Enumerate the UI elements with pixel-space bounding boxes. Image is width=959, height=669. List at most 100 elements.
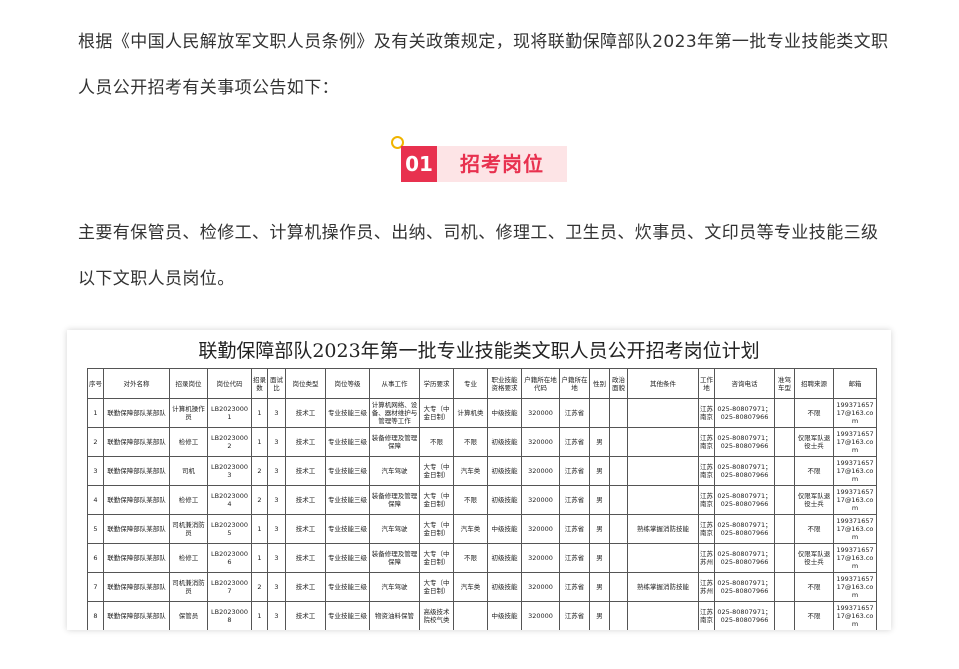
table-cell: 联勤保障部队某部队 <box>103 456 170 486</box>
table-cell: 联勤保障部队某部队 <box>103 572 170 602</box>
table-cell: 大专（中金日制） <box>419 398 454 428</box>
table-cell <box>609 543 628 573</box>
table-cell: 320000 <box>521 427 560 457</box>
table-cell: 不限 <box>794 398 834 428</box>
table-cell: 中级技能 <box>487 398 522 428</box>
table-cell: 320000 <box>521 601 560 630</box>
column-header: 政治面貌 <box>609 368 628 399</box>
table-cell: 技术工 <box>285 427 326 457</box>
table-cell: 中级技能 <box>487 514 522 544</box>
table-cell: 1 <box>251 427 268 457</box>
table-cell: 320000 <box>521 514 560 544</box>
table-cell: 不限 <box>453 485 488 515</box>
table-cell: 大专（中金日制） <box>419 514 454 544</box>
table-cell <box>774 456 795 486</box>
table-cell: 男 <box>589 601 610 630</box>
table-cell <box>609 485 628 515</box>
table-cell: 大专（中金日制） <box>419 543 454 573</box>
table-cell <box>453 601 488 630</box>
table-cell: 3 <box>267 572 286 602</box>
table-cell <box>774 572 795 602</box>
table-cell: 中级技能 <box>487 601 522 630</box>
table-cell: LB20230001 <box>207 398 252 428</box>
table-cell: 技术工 <box>285 485 326 515</box>
table-cell: 025-80807971；025-80807966 <box>714 485 775 515</box>
table-cell: 男 <box>589 485 610 515</box>
table-cell: 025-80807971；025-80807966 <box>714 398 775 428</box>
table-cell: 熟练掌握消防技能 <box>627 572 699 602</box>
table-cell: 初级技能 <box>487 543 522 573</box>
column-header: 招录岗位 <box>169 368 208 399</box>
table-cell: 男 <box>589 456 610 486</box>
table-cell: 1 <box>251 543 268 573</box>
table-cell: 专业技能三级 <box>325 543 370 573</box>
table-cell: 江苏省 <box>559 514 590 544</box>
table-cell: 江苏苏州 <box>698 572 715 602</box>
column-header: 岗位代码 <box>207 368 252 399</box>
table-cell: 江苏省 <box>559 601 590 630</box>
table-cell: 19937165717@163.com <box>833 514 877 544</box>
table-cell: 初级技能 <box>487 427 522 457</box>
table-cell: 3 <box>87 456 104 486</box>
table-cell: 联勤保障部队某部队 <box>103 514 170 544</box>
table-cell: 江苏省 <box>559 398 590 428</box>
table-cell: 汽车驾驶 <box>369 514 420 544</box>
table-cell: 司机 <box>169 456 208 486</box>
table-cell: 技术工 <box>285 514 326 544</box>
table-cell: 江苏省 <box>559 543 590 573</box>
table-cell: 1 <box>251 601 268 630</box>
table-cell: 江苏南京 <box>698 601 715 630</box>
table-cell: 1 <box>251 398 268 428</box>
table-cell: 联勤保障部队某部队 <box>103 601 170 630</box>
table-cell: 司机兼消防员 <box>169 572 208 602</box>
table-cell: LB20230002 <box>207 427 252 457</box>
table-row: 4 联勤保障部队某部队 检修工 LB20230004 2 3 技术工 专业技能三级 装备修理及管… <box>87 485 877 515</box>
table-cell: 320000 <box>521 572 560 602</box>
table-cell: 19937165717@163.com <box>833 485 877 515</box>
table-cell: 3 <box>267 427 286 457</box>
table-cell: 5 <box>87 514 104 544</box>
plan-table-title: 联勤保障部队2023年第一批专业技能类文职人员公开招考岗位计划 <box>198 340 760 362</box>
table-cell: 2 <box>251 572 268 602</box>
table-cell: LB20230003 <box>207 456 252 486</box>
column-header: 对外名称 <box>103 368 170 399</box>
table-cell: 初级技能 <box>487 572 522 602</box>
column-header: 学历要求 <box>419 368 454 399</box>
table-cell: 7 <box>87 572 104 602</box>
table-cell: 物资油料保管 <box>369 601 420 630</box>
table-cell <box>774 485 795 515</box>
table-cell: 技术工 <box>285 601 326 630</box>
table-cell: 不限 <box>419 427 454 457</box>
table-cell: 专业技能三级 <box>325 427 370 457</box>
column-header: 招聘来源 <box>794 368 834 399</box>
column-header: 专业 <box>453 368 488 399</box>
table-cell <box>627 485 699 515</box>
table-cell: 2 <box>251 456 268 486</box>
column-header: 其他条件 <box>627 368 699 399</box>
table-cell: 专业技能三级 <box>325 514 370 544</box>
table-row: 8 联勤保障部队某部队 保管员 LB20230008 1 3 技术工 专业技能三级 物资油料保管… <box>87 601 877 630</box>
table-cell <box>774 601 795 630</box>
table-cell: 汽车驾驶 <box>369 456 420 486</box>
column-header: 咨询电话 <box>714 368 775 399</box>
table-cell: 19937165717@163.com <box>833 456 877 486</box>
table-cell: 19937165717@163.com <box>833 601 877 630</box>
table-cell: 司机兼消防员 <box>169 514 208 544</box>
table-cell: LB20230006 <box>207 543 252 573</box>
column-header: 岗位等级 <box>325 368 370 399</box>
table-header-row: 序号 对外名称 招录岗位 岗位代码 招录数 面试比 岗位类型 岗位等级 从事工作 学历要求 专业 职业… <box>87 368 877 399</box>
column-header: 面试比 <box>267 368 286 399</box>
section-title: 招考岗位 <box>437 146 567 182</box>
column-header: 户籍所在地 <box>559 368 590 399</box>
table-cell: 025-80807971；025-80807966 <box>714 601 775 630</box>
table-cell: 2 <box>251 485 268 515</box>
table-cell <box>774 427 795 457</box>
table-cell: 仅限军队退役士兵 <box>794 543 834 573</box>
intro-paragraph: 根据《中国人民解放军文职人员条例》及有关政策规定，现将联勤保障部队2023年第一… <box>78 32 889 98</box>
table-cell: 高级技术院校气类 <box>419 601 454 630</box>
table-cell <box>627 427 699 457</box>
section-heading: 01 招考岗位 <box>391 136 570 184</box>
table-cell: LB20230007 <box>207 572 252 602</box>
table-cell: 不限 <box>453 427 488 457</box>
table-cell: 专业技能三级 <box>325 601 370 630</box>
